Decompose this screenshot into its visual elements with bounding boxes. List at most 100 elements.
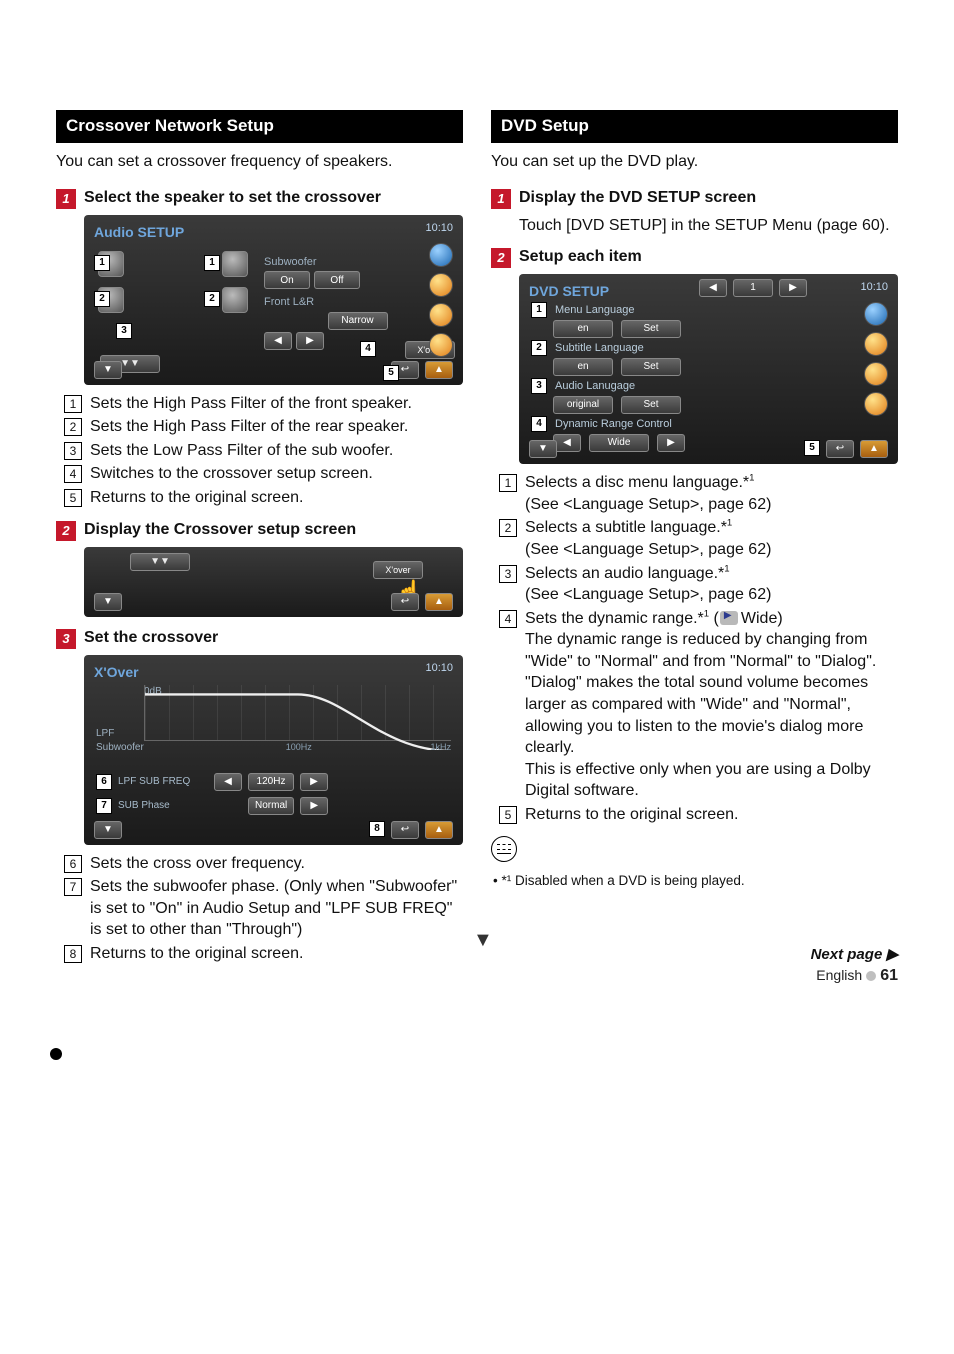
section-title-dvd: DVD Setup <box>491 110 898 143</box>
media-icon[interactable] <box>429 333 453 357</box>
media-icon[interactable] <box>864 392 888 416</box>
xover-control-rows: 6 LPF SUB FREQ ◀ 120Hz ▶ 7 SUB Phase Nor… <box>96 773 451 815</box>
menu-language-value: en <box>553 320 613 338</box>
page-down-button[interactable]: ▼ <box>94 593 122 611</box>
rear-right-speaker[interactable] <box>222 287 248 313</box>
step-title: Display the DVD SETUP screen <box>519 187 756 209</box>
callout-tag: 5 <box>804 440 820 456</box>
home-icon[interactable] <box>864 302 888 326</box>
return-button[interactable]: ↩ <box>826 440 854 458</box>
front-right-speaker[interactable] <box>222 251 248 277</box>
step-number: 2 <box>491 248 511 268</box>
tel-icon[interactable] <box>864 362 888 386</box>
wide-setting-icon <box>720 611 738 625</box>
callout-num: 1 <box>64 395 82 413</box>
page-down-button[interactable]: ▼ <box>529 440 557 458</box>
dvd-rows: 1 Menu Language en Set 2 Subtitle Langua… <box>531 302 850 452</box>
step-title: Setup each item <box>519 246 642 268</box>
callout-text: Selects a disc menu language.*1 (See <La… <box>525 472 898 515</box>
callout-tag: 3 <box>116 323 132 339</box>
callout-num: 2 <box>499 519 517 537</box>
callout-num: 5 <box>499 806 517 824</box>
separator-dot-icon <box>866 971 876 981</box>
side-icons <box>429 243 457 357</box>
menu-button[interactable]: ▲ <box>425 361 453 379</box>
subwoofer-icon: ▼▼ <box>150 555 170 569</box>
callout-tag: 4 <box>360 341 376 357</box>
note-block: • *¹ Disabled when a DVD is being played… <box>491 836 898 891</box>
subwoofer-on-button[interactable]: On <box>264 271 310 289</box>
side-icons <box>864 302 892 416</box>
pager-controls: ◀ 1 ▶ <box>699 279 807 297</box>
axis-1khz: 1kHz <box>430 741 451 753</box>
return-button[interactable]: ↩ <box>391 593 419 611</box>
callout-text: Sets the Low Pass Filter of the sub woof… <box>90 440 463 462</box>
narrow-button[interactable]: Narrow <box>328 312 388 330</box>
next-page-label: Next page ▶ <box>811 945 898 965</box>
menu-button[interactable]: ▲ <box>425 821 453 839</box>
dvd-callouts: 1 Selects a disc menu language.*1 (See <… <box>499 472 898 826</box>
note-text: • *¹ Disabled when a DVD is being played… <box>493 872 898 890</box>
menu-language-set-button[interactable]: Set <box>621 320 681 338</box>
clock: 10:10 <box>860 280 888 295</box>
callout-text: Sets the High Pass Filter of the front s… <box>90 393 463 415</box>
dvd-step-2: 2 Setup each item DVD SETUP 10:10 ◀ 1 ▶ … <box>491 246 898 890</box>
crossover-intro: You can set a crossover frequency of spe… <box>56 151 463 173</box>
note-icon <box>491 836 517 862</box>
audio-language-set-button[interactable]: Set <box>621 396 681 414</box>
callout-text: Selects a subtitle language.*1 (See <Lan… <box>525 517 898 560</box>
binding-hole-icon <box>50 1048 62 1060</box>
freq-decrease-button[interactable]: ◀ <box>214 773 242 791</box>
subtitle-language-set-button[interactable]: Set <box>621 358 681 376</box>
crossover-nav-screenshot: ▼▼ X'over ☝ ▼ ↩ ▲ <box>84 547 463 617</box>
lpf-sub-freq-label: LPF SUB FREQ <box>118 775 208 789</box>
callout-num: 3 <box>64 442 82 460</box>
speaker-grid <box>98 249 248 315</box>
next-button[interactable]: ▶ <box>296 332 324 350</box>
subwoofer-speaker-button[interactable]: ▼▼ <box>130 553 190 571</box>
callout-num: 7 <box>64 878 82 896</box>
dynamic-range-label: Dynamic Range Control <box>555 417 850 432</box>
subwoofer-off-button[interactable]: Off <box>314 271 360 289</box>
phase-value: Normal <box>248 797 294 815</box>
nav-icon[interactable] <box>864 332 888 356</box>
callout-text: Switches to the crossover setup screen. <box>90 463 463 485</box>
footer-language-page: English61 <box>811 965 898 987</box>
page-down-button[interactable]: ▼ <box>94 821 122 839</box>
crossover-step-3: 3 Set the crossover X'Over 10:10 0dB LPF… <box>56 627 463 965</box>
audio-setup-screenshot: Audio SETUP 10:10 1 1 2 2 3 <box>84 215 463 385</box>
freq-increase-button[interactable]: ▶ <box>300 773 328 791</box>
page-next-button[interactable]: ▶ <box>779 279 807 297</box>
callout-num: 8 <box>64 945 82 963</box>
dvd-intro: You can set up the DVD play. <box>491 151 898 173</box>
prev-button[interactable]: ◀ <box>264 332 292 350</box>
callout-tag: 8 <box>369 821 385 837</box>
home-icon[interactable] <box>429 243 453 267</box>
menu-language-label: Menu Language <box>555 303 850 318</box>
tel-icon[interactable] <box>429 303 453 327</box>
callout-tag: 2 <box>531 340 547 356</box>
phase-toggle-button[interactable]: ▶ <box>300 797 328 815</box>
axis-100hz: 100Hz <box>286 741 312 753</box>
callout-text: Sets the dynamic range.*1 (Wide) The dyn… <box>525 608 898 802</box>
audio-right-panel: Subwoofer On Off Front L&R Narrow ◀ ▶ <box>264 249 451 351</box>
callout-tag: 2 <box>94 291 110 307</box>
sub-phase-label: SUB Phase <box>118 799 208 813</box>
callout-num: 6 <box>64 855 82 873</box>
page-down-button[interactable]: ▼ <box>94 361 122 379</box>
callout-text: Returns to the original screen. <box>90 487 463 509</box>
page-prev-button[interactable]: ◀ <box>699 279 727 297</box>
screenshot-title: X'Over <box>94 664 139 680</box>
return-button[interactable]: ↩ <box>391 821 419 839</box>
nav-icon[interactable] <box>429 273 453 297</box>
audio-language-value: original <box>553 396 613 414</box>
cut-mark-icon: ▼ <box>473 927 493 954</box>
menu-button[interactable]: ▲ <box>425 593 453 611</box>
step-number: 1 <box>56 189 76 209</box>
subwoofer-label: Subwoofer <box>264 255 451 270</box>
step-number: 1 <box>491 189 511 209</box>
dvd-step-1: 1 Display the DVD SETUP screen Touch [DV… <box>491 187 898 237</box>
section-title-crossover: Crossover Network Setup <box>56 110 463 143</box>
menu-button[interactable]: ▲ <box>860 440 888 458</box>
xover-screenshot: X'Over 10:10 0dB LPF Subwoofer 100Hz 1kH… <box>84 655 463 845</box>
